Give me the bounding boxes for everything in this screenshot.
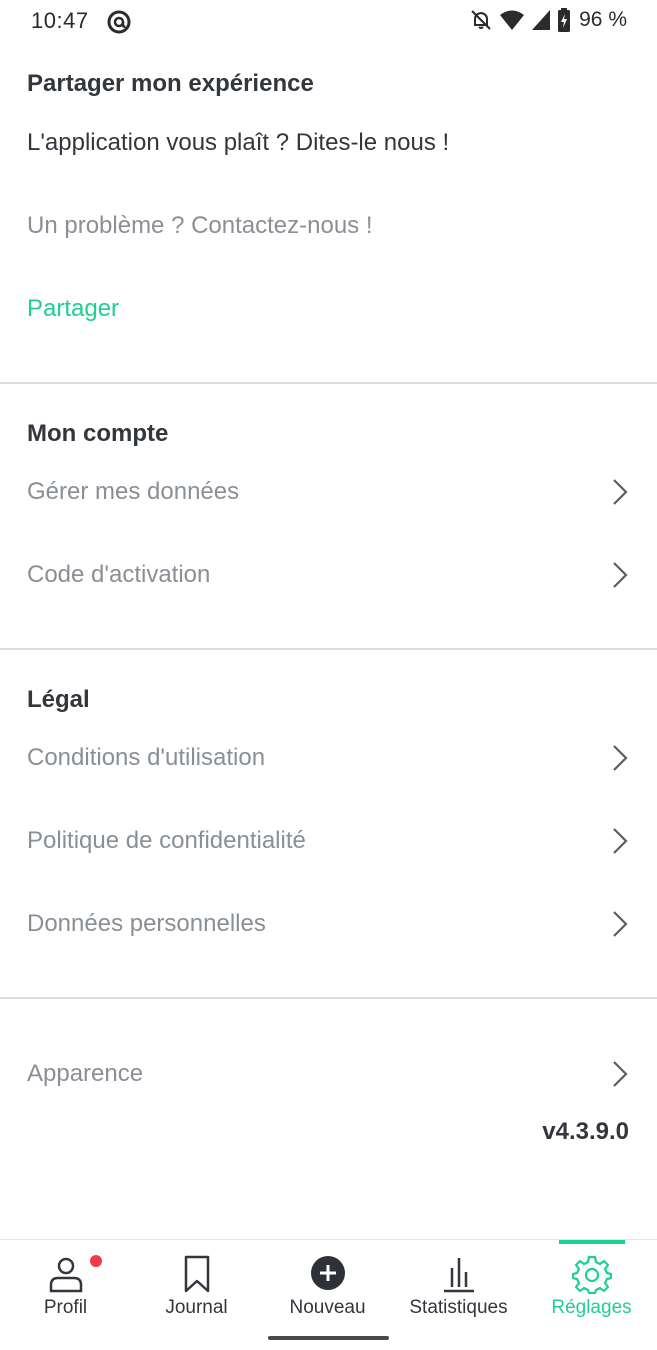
- tab-label: Journal: [165, 1297, 228, 1318]
- share-section-title: Partager mon expérience: [27, 70, 314, 97]
- battery-percent: 96 %: [579, 8, 627, 31]
- bookmark-icon: [184, 1255, 209, 1293]
- share-link[interactable]: Partager: [27, 295, 119, 323]
- app-version: v4.3.9.0: [542, 1118, 629, 1145]
- divider: [0, 997, 657, 999]
- account-section-title: Mon compte: [27, 420, 169, 447]
- divider: [0, 382, 657, 384]
- at-sign-icon: [107, 10, 131, 34]
- battery-charging-icon: [558, 8, 571, 32]
- notification-badge: [90, 1255, 102, 1267]
- tab-statistiques[interactable]: Statistiques: [393, 1240, 524, 1330]
- status-bar: 10:47 96 %: [0, 0, 657, 44]
- tab-nouveau[interactable]: Nouveau: [262, 1240, 393, 1330]
- chevron-right-icon: [613, 828, 628, 854]
- chevron-right-icon: [613, 911, 628, 937]
- plus-circle-icon: [310, 1256, 345, 1290]
- menu-item-label: Code d'activation: [27, 561, 211, 588]
- menu-item-label: Conditions d'utilisation: [27, 744, 266, 771]
- status-icons: 96 %: [469, 8, 627, 32]
- tab-reglages[interactable]: Réglages: [526, 1240, 657, 1330]
- wifi-icon: [500, 10, 525, 30]
- tab-journal[interactable]: Journal: [131, 1240, 262, 1330]
- menu-item-label: Données personnelles: [27, 910, 266, 937]
- tab-label: Nouveau: [289, 1297, 366, 1318]
- status-time: 10:47: [31, 8, 89, 33]
- user-icon: [49, 1257, 82, 1293]
- bar-chart-icon: [443, 1258, 474, 1293]
- menu-item-label: Apparence: [27, 1060, 144, 1087]
- bell-off-icon: [471, 10, 491, 30]
- signal-icon: [532, 10, 551, 30]
- tab-label: Statistiques: [409, 1297, 508, 1318]
- home-indicator[interactable]: [268, 1336, 389, 1340]
- divider: [0, 648, 657, 650]
- chevron-right-icon: [613, 562, 628, 588]
- chevron-right-icon: [613, 479, 628, 505]
- menu-item-label: Politique de confidentialité: [27, 827, 306, 854]
- rate-app-link[interactable]: L'application vous plaît ? Dites-le nous…: [27, 129, 449, 157]
- menu-item-label: Gérer mes données: [27, 478, 240, 505]
- tab-profil[interactable]: Profil: [0, 1240, 131, 1330]
- gear-icon: [571, 1255, 612, 1294]
- tab-label: Profil: [43, 1297, 88, 1318]
- bottom-nav: Profil Journal Nouveau Statistiques Régl…: [0, 1239, 657, 1350]
- tab-label: Réglages: [551, 1297, 632, 1318]
- contact-us-link[interactable]: Un problème ? Contactez-nous !: [27, 212, 373, 240]
- chevron-right-icon: [613, 745, 628, 771]
- chevron-right-icon: [613, 1061, 628, 1087]
- legal-section-title: Légal: [27, 686, 90, 713]
